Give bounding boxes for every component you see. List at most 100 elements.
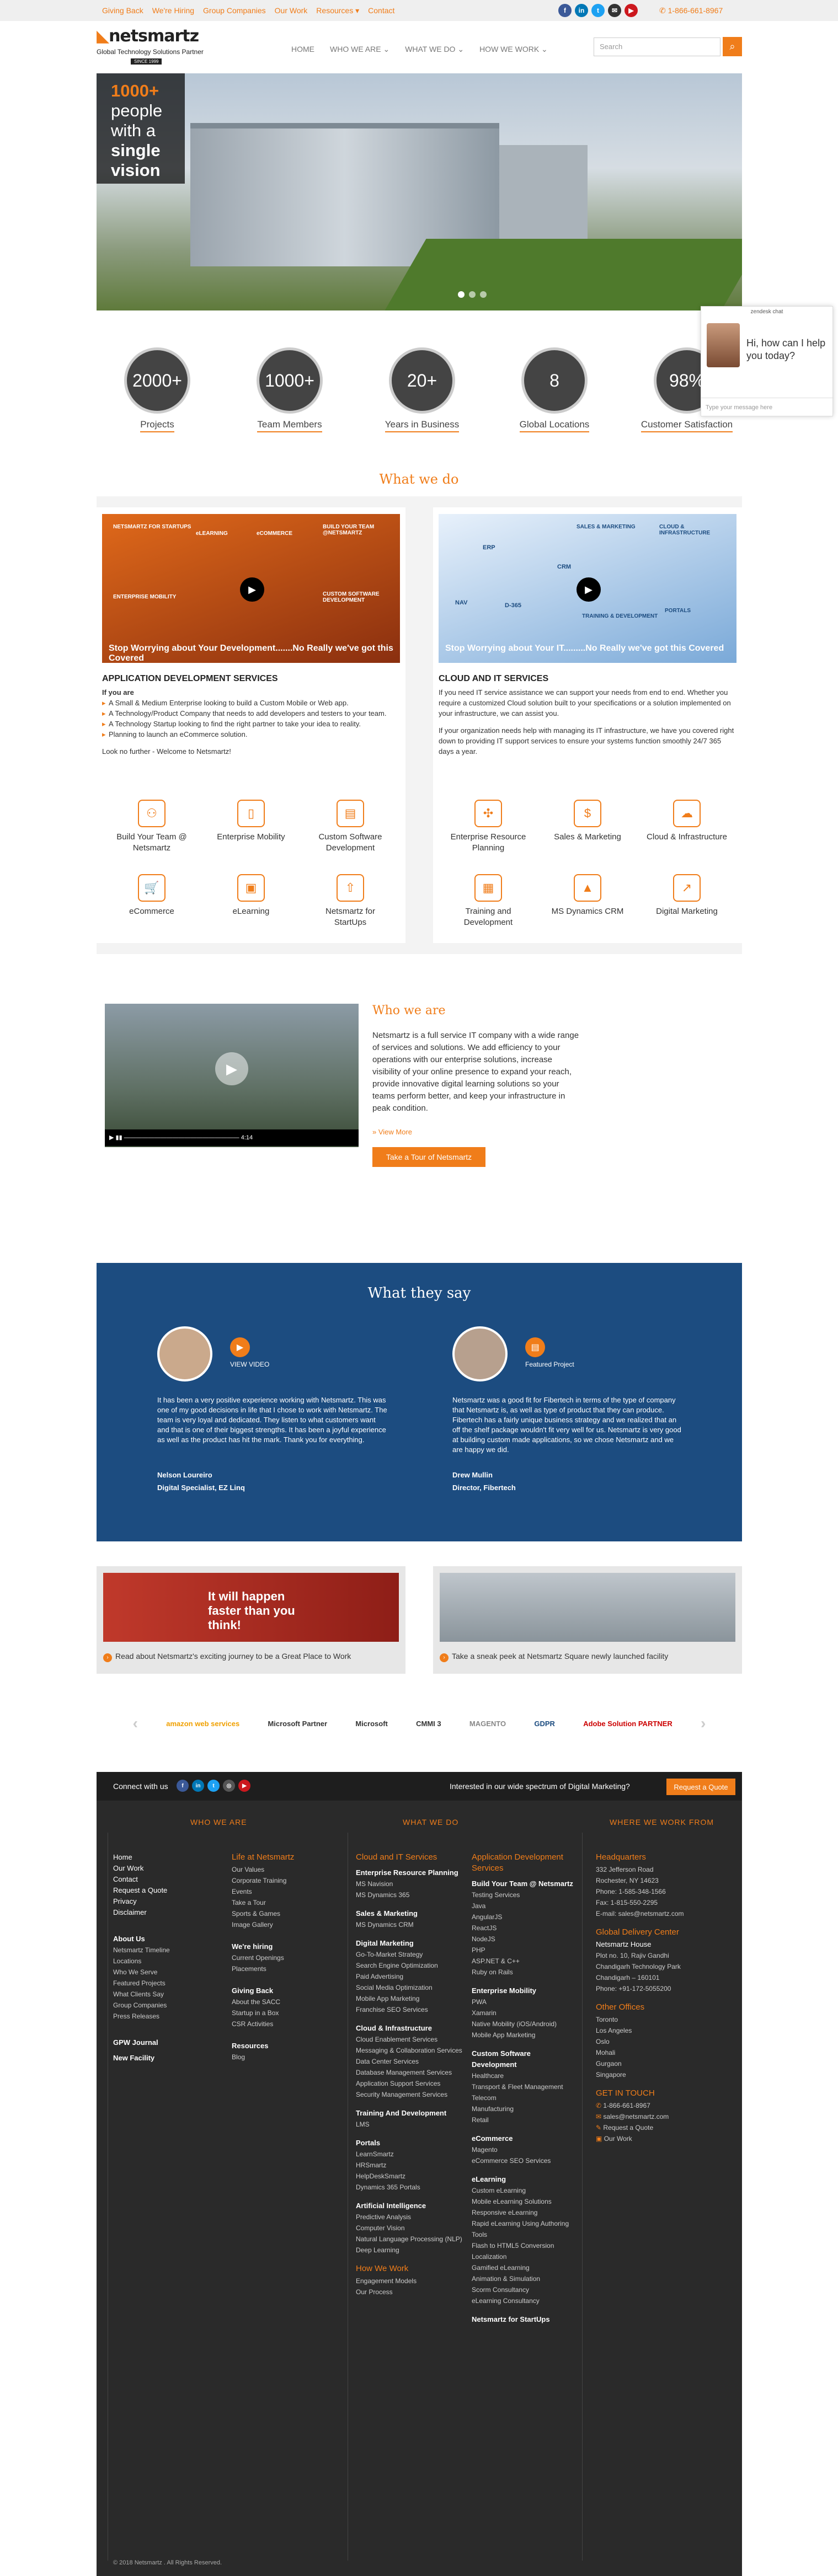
tour-button[interactable]: Take a Tour of Netsmartz <box>372 1147 485 1167</box>
footer-link[interactable]: Mobile App Marketing <box>472 2029 577 2041</box>
video-icon[interactable]: ▶ <box>230 1337 250 1357</box>
footer-link[interactable]: Database Management Services <box>356 2067 466 2078</box>
footer-link[interactable]: Sports & Games <box>232 1908 294 1919</box>
footer-link[interactable]: Corporate Training <box>232 1875 294 1886</box>
service-cloud[interactable]: ☁ Cloud & Infrastructure <box>645 800 728 843</box>
video-controls[interactable]: ▶ ▮▮ ——————————————————— 4:14 <box>105 1129 359 1146</box>
promo-netsmartz-square[interactable]: › Take a sneak peek at Netsmartz Square n… <box>433 1566 742 1674</box>
footer-link[interactable]: Our Work <box>113 1863 170 1874</box>
gpw-link[interactable]: GPW Journal <box>113 2037 170 2048</box>
td-title[interactable]: Training And Development <box>356 2108 466 2119</box>
footer-link[interactable]: Our Values <box>232 1864 294 1875</box>
footer-link[interactable]: Data Center Services <box>356 2056 466 2067</box>
new-facility-link[interactable]: New Facility <box>113 2053 170 2064</box>
footer-link[interactable]: Who We Serve <box>113 1967 170 1978</box>
service-custom-software[interactable]: ▤ Custom Software Development <box>309 800 392 854</box>
footer-link[interactable]: HRSmartz <box>356 2160 466 2171</box>
footer-link[interactable]: LearnSmartz <box>356 2149 466 2160</box>
youtube-icon[interactable]: ▶ <box>238 1780 250 1792</box>
cloud-it-video[interactable]: SALES & MARKETING CLOUD & INFRASTRUCTURE… <box>439 514 736 663</box>
resources-title[interactable]: Resources <box>232 2041 294 2052</box>
service-build-team[interactable]: ⚇ Build Your Team @ Netsmartz <box>110 800 193 854</box>
service-ecommerce[interactable]: 🛒 eCommerce <box>110 874 193 917</box>
footer-link[interactable]: HelpDeskSmartz <box>356 2171 466 2182</box>
footer-link[interactable]: Manufacturing <box>472 2103 577 2114</box>
footer-link[interactable]: Mobile eLearning Solutions <box>472 2196 577 2207</box>
footer-link[interactable]: eLearning Consultancy <box>472 2295 577 2306</box>
byt-title[interactable]: Build Your Team @ Netsmartz <box>472 1878 577 1889</box>
sm-title[interactable]: Sales & Marketing <box>356 1908 466 1919</box>
service-erp[interactable]: ✣ Enterprise Resource Planning <box>447 800 530 854</box>
footer-link[interactable]: Contact <box>113 1874 170 1885</box>
footer-link[interactable]: Engagement Models <box>356 2275 466 2286</box>
footer-link[interactable]: Group Companies <box>113 2000 170 2011</box>
footer-link[interactable]: LMS <box>356 2119 466 2130</box>
footer-link[interactable]: Netsmartz Timeline <box>113 1945 170 1956</box>
footer-link[interactable]: Take a Tour <box>232 1897 294 1908</box>
footer-link[interactable]: Go-To-Market Strategy <box>356 1949 466 1960</box>
dm-title[interactable]: Digital Marketing <box>356 1938 466 1949</box>
footer-link[interactable]: eCommerce SEO Services <box>472 2155 577 2166</box>
footer-link[interactable]: Image Gallery <box>232 1919 294 1930</box>
view-more-link[interactable]: » View More <box>372 1128 412 1136</box>
footer-link[interactable]: Native Mobility (iOS/Android) <box>472 2018 577 2029</box>
service-training[interactable]: ▦ Training and Development <box>447 874 530 928</box>
facebook-icon[interactable]: f <box>177 1780 189 1792</box>
footer-link[interactable]: Testing Services <box>472 1889 577 1900</box>
footer-link[interactable]: Magento <box>472 2144 577 2155</box>
about-title[interactable]: About Us <box>113 1934 170 1945</box>
play-icon[interactable]: ▶ <box>577 577 601 602</box>
ai-title[interactable]: Artificial Intelligence <box>356 2200 466 2211</box>
youtube-icon[interactable]: ▶ <box>625 4 638 17</box>
service-digital-marketing[interactable]: ↗ Digital Marketing <box>645 874 728 917</box>
footer-link[interactable]: Xamarin <box>472 2007 577 2018</box>
top-phone-number[interactable]: 1-866-661-8967 <box>668 6 723 15</box>
ci-title[interactable]: Cloud & Infrastructure <box>356 2023 466 2034</box>
nav-what-we-do[interactable]: WHAT WE DO ⌄ <box>405 45 464 54</box>
csd-title[interactable]: Custom Software Development <box>472 2048 577 2070</box>
footer-link[interactable]: NodeJS <box>472 1934 577 1945</box>
footer-link[interactable]: Custom eLearning <box>472 2185 577 2196</box>
footer-link[interactable]: Locations <box>113 1956 170 1967</box>
touch-work[interactable]: ▣ Our Work <box>596 2133 728 2144</box>
footer-link[interactable]: MS Dynamics 365 <box>356 1889 466 1900</box>
footer-link[interactable]: Responsive eLearning <box>472 2207 577 2218</box>
life-title[interactable]: Life at Netsmartz <box>232 1852 294 1863</box>
nav-how-we-work[interactable]: HOW WE WORK ⌄ <box>479 45 548 54</box>
footer-link[interactable]: Retail <box>472 2114 577 2125</box>
footer-link[interactable]: Placements <box>232 1963 294 1974</box>
slider-dot[interactable] <box>469 291 476 298</box>
footer-link[interactable]: Java <box>472 1900 577 1911</box>
touch-work-text[interactable]: Our Work <box>604 2135 632 2143</box>
footer-link[interactable]: ReactJS <box>472 1922 577 1934</box>
app-title[interactable]: Application Development Services <box>472 1852 577 1874</box>
footer-link[interactable]: Gamified eLearning <box>472 2262 577 2273</box>
play-icon[interactable]: ▶ <box>215 1052 248 1085</box>
footer-link[interactable]: Natural Language Processing (NLP) <box>356 2234 466 2245</box>
touch-email[interactable]: ✉ sales@netsmartz.com <box>596 2111 728 2122</box>
linkedin-icon[interactable]: in <box>575 4 588 17</box>
chat-widget[interactable]: zendesk chat Hi, how can I help you toda… <box>701 306 834 416</box>
footer-link[interactable]: Predictive Analysis <box>356 2211 466 2222</box>
footer-link[interactable]: Home <box>113 1852 170 1863</box>
footer-link[interactable]: Paid Advertising <box>356 1971 466 1982</box>
erp-title[interactable]: Enterprise Resource Planning <box>356 1867 466 1878</box>
footer-link[interactable]: Animation & Simulation <box>472 2273 577 2284</box>
top-phone[interactable]: ✆ 1-866-661-8967 <box>659 6 723 15</box>
footer-link[interactable]: PHP <box>472 1945 577 1956</box>
footer-link[interactable]: Press Releases <box>113 2011 170 2022</box>
footer-link[interactable]: Startup in a Box <box>232 2007 294 2018</box>
featured-project-link[interactable]: Featured Project <box>525 1361 574 1368</box>
link-group-companies[interactable]: Group Companies <box>203 6 266 15</box>
footer-link[interactable]: AngularJS <box>472 1911 577 1922</box>
touch-quote[interactable]: ✎ Request a Quote <box>596 2122 728 2133</box>
hww-title[interactable]: How We Work <box>356 2263 466 2274</box>
nav-who-we-are[interactable]: WHO WE ARE ⌄ <box>330 45 389 54</box>
footer-link[interactable]: Computer Vision <box>356 2222 466 2234</box>
twitter-icon[interactable]: t <box>591 4 605 17</box>
footer-link[interactable]: CSR Activities <box>232 2018 294 2029</box>
footer-link[interactable]: Messaging & Collaboration Services <box>356 2045 466 2056</box>
footer-link[interactable]: Mobile App Marketing <box>356 1993 466 2004</box>
footer-link[interactable]: About the SACC <box>232 1996 294 2007</box>
touch-email-text[interactable]: sales@netsmartz.com <box>603 2113 669 2120</box>
